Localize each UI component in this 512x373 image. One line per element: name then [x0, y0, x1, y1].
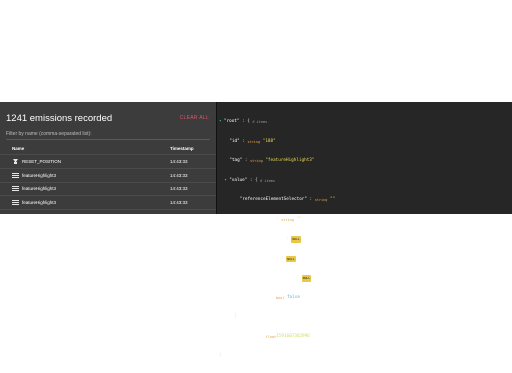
- row-timestamp: 14:43:33: [170, 172, 188, 178]
- filter-label: Filter by name (comma-separated list):: [6, 131, 92, 137]
- tree-line-tooltip-position: "tooltipPosition" : NULL: [239, 236, 301, 243]
- row-timestamp: 14:43:33: [170, 186, 188, 192]
- emissions-table: Name Timestamp RESET_POSITION 14:43:33 f…: [0, 143, 216, 211]
- reset-icon: [12, 158, 19, 164]
- tree-line-arrow-position: "arrowPosition" : NULL: [239, 255, 296, 262]
- feature-icon: [12, 200, 19, 206]
- tree-line-root-close: }: [219, 353, 222, 358]
- tree-line-is-flipped: "isFlipped" : bool false: [239, 294, 300, 300]
- row-name: featureHighlight3: [22, 200, 57, 206]
- tree-line-tag: "tag" : string "featureHighlight3": [229, 158, 315, 163]
- emissions-panel: 1241 emissions recorded CLEAR ALL Filter…: [0, 102, 512, 358]
- tree-line-reference-selector: "referenceElementSelector" : string "": [239, 197, 336, 202]
- tree-line-root: ▾ "root" : { 6 items: [219, 119, 268, 124]
- null-badge: NULL: [286, 255, 296, 262]
- table-row[interactable]: RESET_POSITION 14:43:33: [0, 155, 216, 169]
- table-header: Name Timestamp: [0, 143, 216, 155]
- tree-line-timestamp: "timestamp" : float 1591607362996: [229, 333, 310, 339]
- emissions-list-pane: 1241 emissions recorded CLEAR ALL Filter…: [0, 102, 216, 214]
- table-row[interactable]: featureHighlight3 14:43:33: [0, 169, 216, 183]
- tree-line-highlighter-position: "highlighterPosition" : NULL: [239, 275, 312, 282]
- row-name: featureHighlight3: [22, 186, 57, 192]
- json-tree: ▾ "root" : { 6 items "id" : string "188"…: [219, 106, 335, 373]
- row-name: featureHighlight3: [22, 172, 57, 178]
- tree-line-value: ▾ "value" : { 8 items: [224, 177, 275, 183]
- null-badge: NULL: [301, 275, 312, 282]
- row-timestamp: 14:43:33: [170, 200, 188, 206]
- column-header-timestamp: Timestamp: [170, 146, 194, 151]
- payload-inspector: ▾ "root" : { 6 items "id" : string "188"…: [216, 102, 512, 358]
- row-name: RESET_POSITION: [22, 158, 62, 164]
- feature-icon: [12, 172, 19, 178]
- emissions-count-title: 1241 emissions recorded: [6, 113, 113, 124]
- row-timestamp: 14:43:33: [170, 158, 188, 164]
- clear-all-button[interactable]: CLEAR ALL: [180, 115, 209, 121]
- filter-input[interactable]: [6, 139, 210, 140]
- feature-icon: [12, 186, 19, 192]
- table-row[interactable]: featureHighlight3 14:43:33: [0, 196, 216, 211]
- column-header-name: Name: [12, 146, 25, 151]
- tree-line-id: "id" : string "188": [229, 138, 276, 144]
- tree-line-tooltip-text: "tooltipText" : string "": [239, 216, 302, 222]
- table-row[interactable]: featureHighlight3 14:43:33: [0, 183, 216, 197]
- null-badge: NULL: [291, 236, 301, 243]
